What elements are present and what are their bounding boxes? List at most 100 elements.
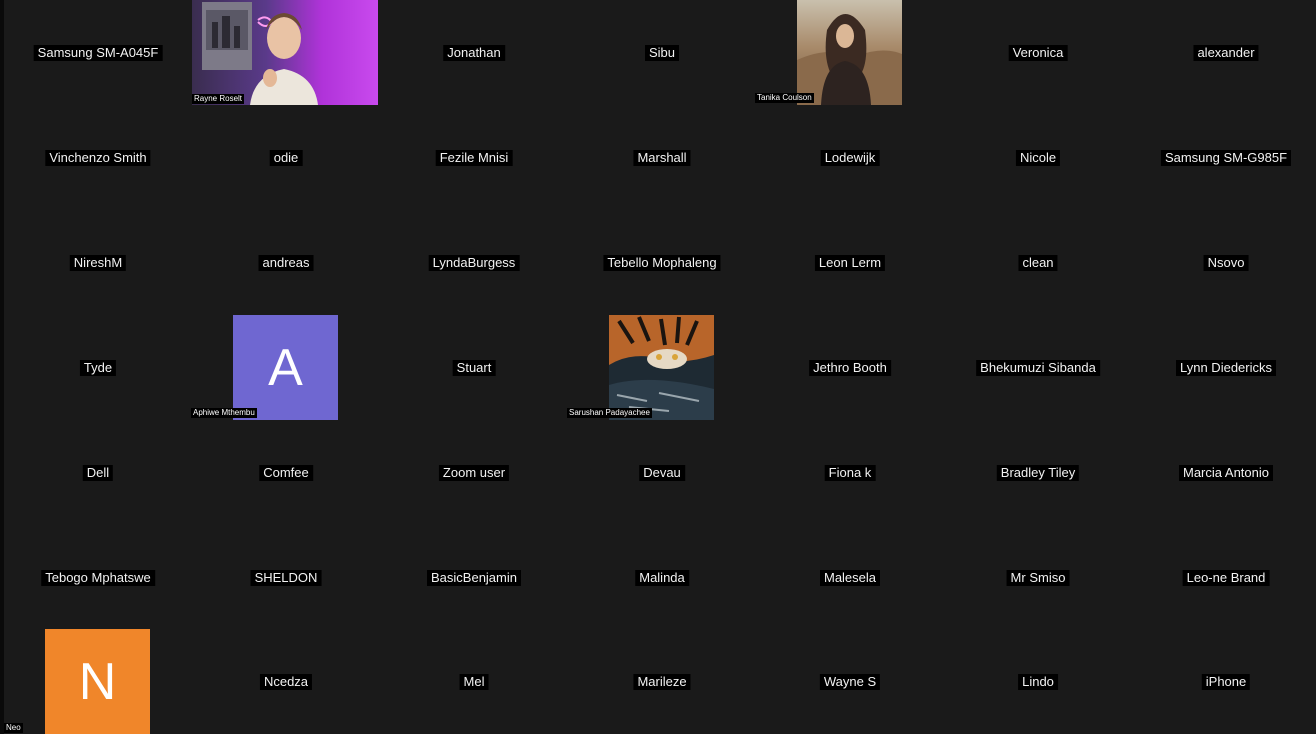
- participant-tile[interactable]: NireshM: [4, 210, 192, 315]
- participant-tile[interactable]: Bradley Tiley: [944, 420, 1132, 525]
- participant-name: Leon Lerm: [814, 254, 886, 271]
- participant-name: SHELDON: [250, 569, 322, 586]
- participant-tile[interactable]: andreas: [192, 210, 380, 315]
- participant-tile[interactable]: Vinchenzo Smith: [4, 105, 192, 210]
- participant-tile-avatar[interactable]: N: [4, 629, 192, 734]
- video-thumbnail-image: [609, 315, 714, 420]
- participant-tile-video[interactable]: [568, 315, 756, 420]
- participant-name: iPhone: [1201, 673, 1251, 690]
- participant-tile[interactable]: odie: [192, 105, 380, 210]
- participant-name: Dell: [82, 464, 114, 481]
- participant-tile[interactable]: Dell: [4, 420, 192, 525]
- participant-name: Mr Smiso: [1006, 569, 1070, 586]
- participant-name-overlay: Tanika Coulson: [755, 93, 814, 103]
- participant-tile[interactable]: Nsovo: [1132, 210, 1316, 315]
- participant-name: Wayne S: [819, 673, 881, 690]
- participant-name: Tebello Mophaleng: [603, 254, 721, 271]
- participant-tile[interactable]: Fiona k: [756, 420, 944, 525]
- participant-name: Mel: [459, 673, 489, 690]
- participant-name: Jonathan: [443, 44, 505, 61]
- participant-name: Marcia Antonio: [1179, 464, 1273, 481]
- participant-name: odie: [269, 149, 303, 166]
- participant-tile[interactable]: Fezile Mnisi: [380, 105, 568, 210]
- avatar: N: [45, 629, 150, 734]
- participant-tile[interactable]: LyndaBurgess: [380, 210, 568, 315]
- participant-tile[interactable]: Veronica: [944, 0, 1132, 105]
- participant-tile[interactable]: Tebogo Mphatswe: [4, 525, 192, 630]
- participant-tile-video[interactable]: Rayne Roselt: [192, 0, 380, 105]
- participant-name: NireshM: [69, 254, 127, 271]
- participant-tile[interactable]: Leo-ne Brand: [1132, 525, 1316, 630]
- participant-name: Veronica: [1008, 44, 1068, 61]
- participant-tile[interactable]: clean: [944, 210, 1132, 315]
- participant-name: Lynn Diedericks: [1175, 359, 1277, 376]
- participant-name: Ncedza: [259, 673, 313, 690]
- participant-name: Lodewijk: [820, 149, 880, 166]
- participant-name: LyndaBurgess: [428, 254, 520, 271]
- participant-name: Marileze: [633, 673, 691, 690]
- participant-tile-avatar[interactable]: A: [192, 315, 380, 420]
- participant-tile[interactable]: Marileze: [568, 629, 756, 734]
- participant-name: Malesela: [819, 569, 881, 586]
- participant-name: Vinchenzo Smith: [45, 149, 151, 166]
- participant-tile[interactable]: Zoom user: [380, 420, 568, 525]
- participant-name: Samsung SM-A045F: [33, 44, 163, 61]
- participant-tile[interactable]: Bhekumuzi Sibanda: [944, 315, 1132, 420]
- participant-name: Tyde: [79, 359, 117, 376]
- participant-tile[interactable]: Jethro Booth: [756, 315, 944, 420]
- participant-name: Bradley Tiley: [996, 464, 1080, 481]
- participant-name: Fiona k: [824, 464, 876, 481]
- participant-name: Marshall: [633, 149, 691, 166]
- participant-name-overlay: Sarushan Padayachee: [567, 408, 652, 418]
- participant-tile[interactable]: Tebello Mophaleng: [568, 210, 756, 315]
- participant-name: alexander: [1193, 44, 1259, 61]
- participant-tile-video[interactable]: [756, 0, 944, 105]
- video-thumbnail-image: [202, 2, 318, 105]
- participant-name: Fezile Mnisi: [435, 149, 513, 166]
- participant-name: andreas: [258, 254, 314, 271]
- participant-tile[interactable]: Leon Lerm: [756, 210, 944, 315]
- participant-name: Jethro Booth: [809, 359, 891, 376]
- participant-tile[interactable]: Wayne S: [756, 629, 944, 734]
- participant-name: clean: [1018, 254, 1058, 271]
- avatar: A: [233, 315, 338, 420]
- participant-tile[interactable]: Lodewijk: [756, 105, 944, 210]
- participant-name: BasicBenjamin: [427, 569, 521, 586]
- participant-tile[interactable]: Ncedza: [192, 629, 380, 734]
- participant-name: Leo-ne Brand: [1182, 569, 1270, 586]
- participant-tile[interactable]: Nicole: [944, 105, 1132, 210]
- participant-name-overlay: Neo: [4, 723, 23, 733]
- participant-tile[interactable]: Sibu: [568, 0, 756, 105]
- participant-tile[interactable]: Samsung SM-G985F: [1132, 105, 1316, 210]
- participant-tile[interactable]: Comfee: [192, 420, 380, 525]
- participant-name: Comfee: [259, 464, 313, 481]
- participant-tile[interactable]: SHELDON: [192, 525, 380, 630]
- participant-tile[interactable]: Lindo: [944, 629, 1132, 734]
- participant-tile[interactable]: Stuart: [380, 315, 568, 420]
- participant-tile[interactable]: Mel: [380, 629, 568, 734]
- participant-tile[interactable]: Marcia Antonio: [1132, 420, 1316, 525]
- participant-tile[interactable]: Lynn Diedericks: [1132, 315, 1316, 420]
- participant-tile[interactable]: Samsung SM-A045F: [4, 0, 192, 105]
- participant-tile[interactable]: BasicBenjamin: [380, 525, 568, 630]
- video-feed: Rayne Roselt: [192, 0, 378, 105]
- participant-name: Malinda: [635, 569, 689, 586]
- participant-name: Samsung SM-G985F: [1160, 149, 1292, 166]
- participant-name: Nicole: [1015, 149, 1061, 166]
- video-feed: [609, 315, 714, 420]
- participant-tile[interactable]: Marshall: [568, 105, 756, 210]
- participant-tile[interactable]: Mr Smiso: [944, 525, 1132, 630]
- participant-tile[interactable]: alexander: [1132, 0, 1316, 105]
- participant-tile[interactable]: iPhone: [1132, 629, 1316, 734]
- video-thumbnail-image: [797, 14, 902, 105]
- participant-tile[interactable]: Tyde: [4, 315, 192, 420]
- participant-tile[interactable]: Malinda: [568, 525, 756, 630]
- participant-tile[interactable]: Jonathan: [380, 0, 568, 105]
- participant-name: Devau: [639, 464, 685, 481]
- participant-name: Stuart: [452, 359, 496, 376]
- participant-tile[interactable]: Devau: [568, 420, 756, 525]
- participant-name: Lindo: [1018, 673, 1058, 690]
- participant-tile[interactable]: Malesela: [756, 525, 944, 630]
- participant-name: Rayne Roselt: [192, 94, 245, 104]
- participant-name-overlay: Aphiwe Mthembu: [191, 408, 257, 418]
